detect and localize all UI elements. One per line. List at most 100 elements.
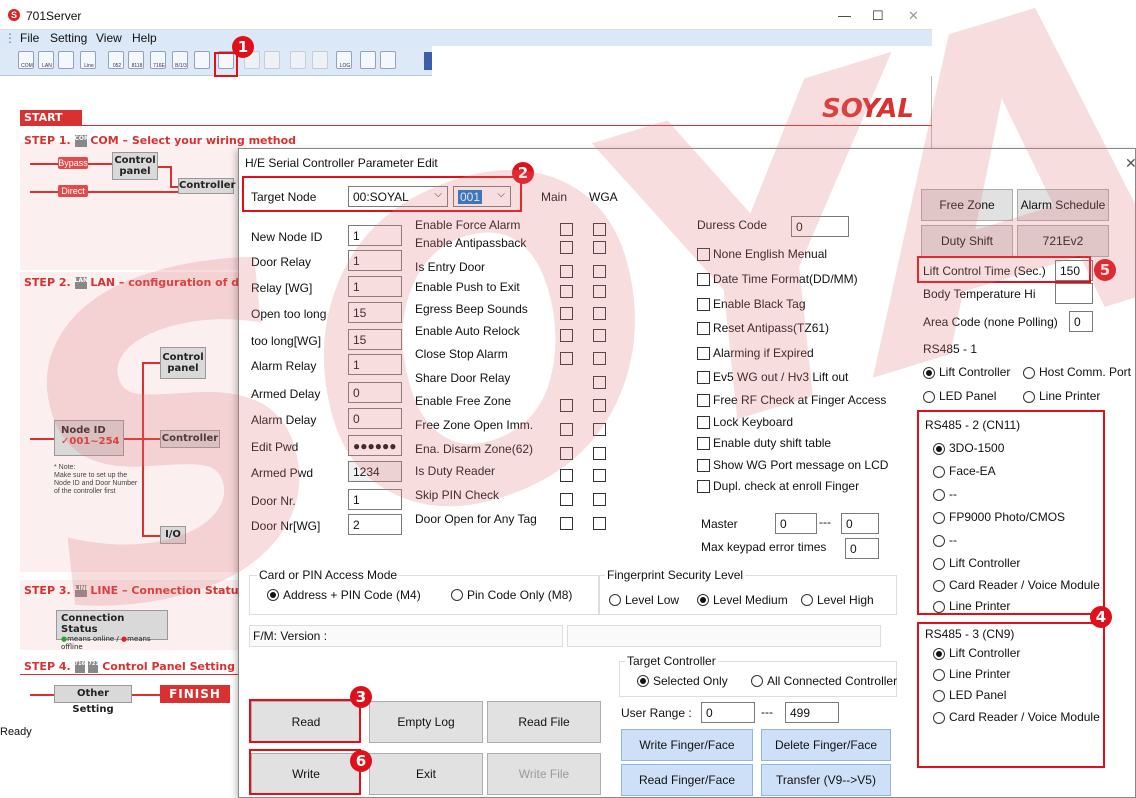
option-checkbox[interactable] — [697, 459, 710, 472]
toolbar-overflow[interactable] — [424, 52, 432, 70]
free-zone-button[interactable]: Free Zone — [921, 189, 1013, 221]
option-checkbox[interactable] — [697, 347, 710, 360]
option-wga-checkbox[interactable] — [593, 307, 606, 320]
param-input[interactable]: 1 — [348, 225, 402, 246]
rs485-3-radio[interactable] — [933, 712, 945, 724]
option-main-checkbox[interactable] — [560, 399, 573, 412]
fp-level-high-radio[interactable] — [801, 594, 813, 606]
rs485-2-radio[interactable] — [933, 466, 945, 478]
log-icon[interactable]: LOG — [336, 51, 352, 69]
exit-button[interactable]: Exit — [369, 753, 483, 795]
node-number-select[interactable]: 001 ⌵ — [453, 186, 511, 207]
arrow-icon[interactable] — [312, 51, 328, 69]
option-main-checkbox[interactable] — [560, 447, 573, 460]
option-main-checkbox[interactable] — [560, 285, 573, 298]
param-input[interactable]: 0 — [348, 382, 402, 403]
rs485-3-radio[interactable] — [933, 690, 945, 702]
printer-icon[interactable] — [194, 51, 210, 69]
menu-setting[interactable]: Setting — [50, 31, 87, 45]
read-button[interactable]: Read — [251, 701, 361, 743]
option-checkbox[interactable] — [697, 437, 710, 450]
8118-icon[interactable]: 8118 — [128, 51, 144, 69]
option-wga-checkbox[interactable] — [593, 223, 606, 236]
option-wga-checkbox[interactable] — [593, 517, 606, 530]
menu-file[interactable]: File — [20, 31, 39, 45]
empty-log-button[interactable]: Empty Log — [369, 701, 483, 743]
rs485-2-radio[interactable] — [933, 580, 945, 592]
lan-icon[interactable]: LAN — [38, 51, 54, 69]
user-range-to-input[interactable]: 499 — [785, 702, 839, 723]
finger-icon[interactable] — [264, 51, 280, 69]
fp-level-medium-radio[interactable] — [697, 594, 709, 606]
param-input[interactable]: 15 — [348, 302, 402, 323]
option-main-checkbox[interactable] — [560, 223, 573, 236]
option-wga-checkbox[interactable] — [593, 376, 606, 389]
rs485-1-radio[interactable] — [1023, 391, 1035, 403]
option-wga-checkbox[interactable] — [593, 241, 606, 254]
duty-shift-button[interactable]: Duty Shift — [921, 225, 1013, 257]
map-icon[interactable] — [290, 51, 306, 69]
option-main-checkbox[interactable] — [560, 307, 573, 320]
maximize-button[interactable]: ☐ — [872, 8, 884, 24]
duress-code-input[interactable]: 0 — [791, 216, 849, 237]
master-from-input[interactable]: 0 — [775, 513, 817, 534]
option-wga-checkbox[interactable] — [593, 447, 606, 460]
option-main-checkbox[interactable] — [560, 423, 573, 436]
option-checkbox[interactable] — [697, 416, 710, 429]
write-file-button[interactable]: Write File — [487, 753, 601, 795]
param-input[interactable]: ●●●●●● — [348, 435, 402, 456]
com-icon[interactable]: COM — [18, 51, 34, 69]
option-wga-checkbox[interactable] — [593, 285, 606, 298]
052-icon[interactable]: 052 — [108, 51, 124, 69]
rs485-1-radio[interactable] — [1023, 367, 1035, 379]
param-input[interactable]: 1 — [348, 250, 402, 271]
option-wga-checkbox[interactable] — [593, 265, 606, 278]
menu-help[interactable]: Help — [132, 31, 157, 45]
master-to-input[interactable]: 0 — [841, 513, 879, 534]
option-main-checkbox[interactable] — [560, 329, 573, 342]
refresh-icon[interactable] — [58, 51, 74, 69]
delete-finger-button[interactable]: Delete Finger/Face — [761, 729, 891, 761]
rs485-1-radio[interactable] — [923, 367, 935, 379]
rs485-2-radio[interactable] — [933, 601, 945, 613]
fp-level-low-radio[interactable] — [609, 594, 621, 606]
param-input[interactable]: 1 — [348, 276, 402, 297]
rs485-2-radio[interactable] — [933, 443, 945, 455]
rs485-2-radio[interactable] — [933, 558, 945, 570]
menu-view[interactable]: View — [96, 31, 122, 45]
read-finger-button[interactable]: Read Finger/Face — [621, 764, 753, 796]
search-icon[interactable] — [380, 51, 396, 69]
option-main-checkbox[interactable] — [560, 493, 573, 506]
write-button[interactable]: Write — [251, 753, 361, 795]
option-main-checkbox[interactable] — [560, 352, 573, 365]
target-node-select[interactable]: 00:SOYAL ⌵ — [348, 186, 448, 207]
option-checkbox[interactable] — [697, 394, 710, 407]
body-temp-input[interactable] — [1055, 283, 1093, 304]
rs485-1-radio[interactable] — [923, 391, 935, 403]
dialog-close-button[interactable]: ✕ — [1125, 155, 1136, 172]
option-main-checkbox[interactable] — [560, 265, 573, 278]
option-wga-checkbox[interactable] — [593, 352, 606, 365]
rs485-3-radio[interactable] — [933, 669, 945, 681]
rs485-2-radio[interactable] — [933, 512, 945, 524]
write-finger-button[interactable]: Write Finger/Face — [621, 729, 753, 761]
option-wga-checkbox[interactable] — [593, 423, 606, 436]
alarm-schedule-button[interactable]: Alarm Schedule — [1017, 189, 1109, 221]
close-window-button[interactable]: ✕ — [908, 8, 919, 24]
access-mode-m4-radio[interactable] — [267, 589, 279, 601]
transfer-button[interactable]: Transfer (V9-->V5) — [761, 764, 891, 796]
lift-time-input[interactable]: 150 — [1055, 260, 1093, 281]
read-file-button[interactable]: Read File — [487, 701, 601, 743]
minimize-button[interactable]: — — [838, 8, 851, 23]
param-edit-icon[interactable] — [218, 51, 234, 69]
option-checkbox[interactable] — [697, 298, 710, 311]
rs485-3-radio[interactable] — [933, 648, 945, 660]
line-icon[interactable]: Line — [80, 51, 96, 69]
option-checkbox[interactable] — [697, 480, 710, 493]
rs485-2-radio[interactable] — [933, 535, 945, 547]
option-checkbox[interactable] — [697, 322, 710, 335]
option-checkbox[interactable] — [697, 371, 710, 384]
option-checkbox[interactable] — [697, 273, 710, 286]
max-keypad-input[interactable]: 0 — [845, 538, 879, 559]
option-wga-checkbox[interactable] — [593, 329, 606, 342]
